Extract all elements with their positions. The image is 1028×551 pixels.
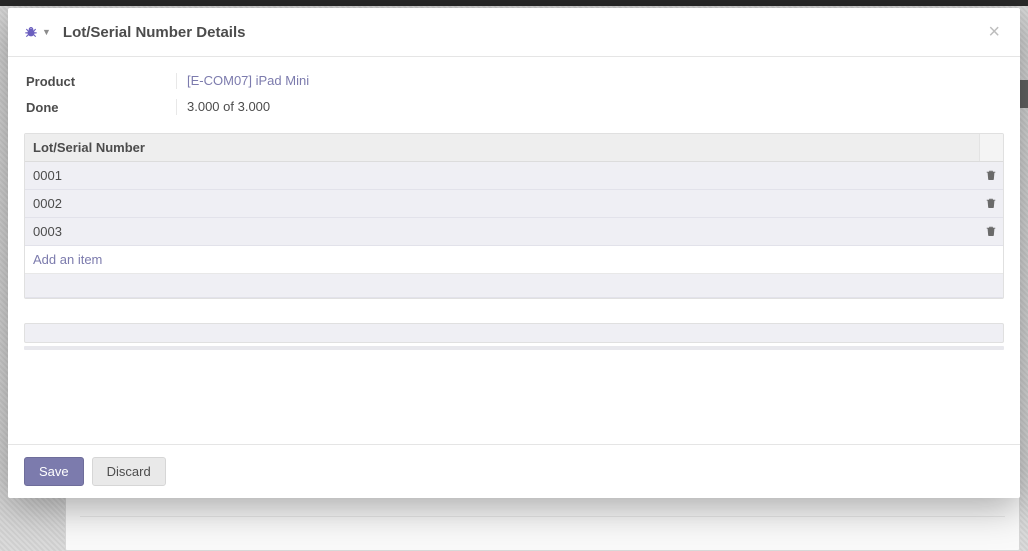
- discard-button[interactable]: Discard: [92, 457, 166, 486]
- debug-icon[interactable]: [24, 25, 38, 39]
- serial-list: Lot/Serial Number 0001 0002: [24, 133, 1004, 299]
- debug-caret-icon[interactable]: ▼: [42, 27, 51, 37]
- product-link[interactable]: [E-COM07] iPad Mini: [187, 73, 309, 88]
- modal-title: Lot/Serial Number Details: [63, 24, 246, 41]
- trash-icon: [985, 197, 997, 209]
- delete-row-button[interactable]: [983, 167, 999, 183]
- footer-strip-accent: [24, 346, 1004, 350]
- list-spacer: [25, 274, 1003, 298]
- save-button[interactable]: Save: [24, 457, 84, 486]
- col-actions: [979, 134, 1003, 161]
- modal-body: Product [E-COM07] iPad Mini Done 3.000 o…: [8, 57, 1020, 444]
- close-button[interactable]: ×: [984, 22, 1004, 42]
- product-label: Product: [26, 73, 176, 89]
- list-header: Lot/Serial Number: [25, 134, 1003, 162]
- modal-header: ▼ Lot/Serial Number Details ×: [8, 8, 1020, 57]
- done-value: 3.000 of 3.000: [176, 99, 1004, 115]
- modal-footer: Save Discard: [8, 444, 1020, 498]
- trash-icon: [985, 225, 997, 237]
- serial-cell[interactable]: 0003: [25, 218, 979, 245]
- form-rows: Product [E-COM07] iPad Mini Done 3.000 o…: [26, 73, 1004, 115]
- add-item-link[interactable]: Add an item: [25, 246, 110, 273]
- table-row[interactable]: 0003: [25, 218, 1003, 246]
- delete-row-button[interactable]: [983, 223, 999, 239]
- col-serial[interactable]: Lot/Serial Number: [25, 134, 979, 161]
- delete-row-button[interactable]: [983, 195, 999, 211]
- serial-cell[interactable]: 0002: [25, 190, 979, 217]
- lot-serial-modal: ▼ Lot/Serial Number Details × Product [E…: [8, 8, 1020, 498]
- footer-strip: [24, 323, 1004, 343]
- serial-cell[interactable]: 0001: [25, 162, 979, 189]
- table-row[interactable]: 0002: [25, 190, 1003, 218]
- trash-icon: [985, 169, 997, 181]
- table-row[interactable]: 0001: [25, 162, 1003, 190]
- done-label: Done: [26, 99, 176, 115]
- add-item-row: Add an item: [25, 246, 1003, 274]
